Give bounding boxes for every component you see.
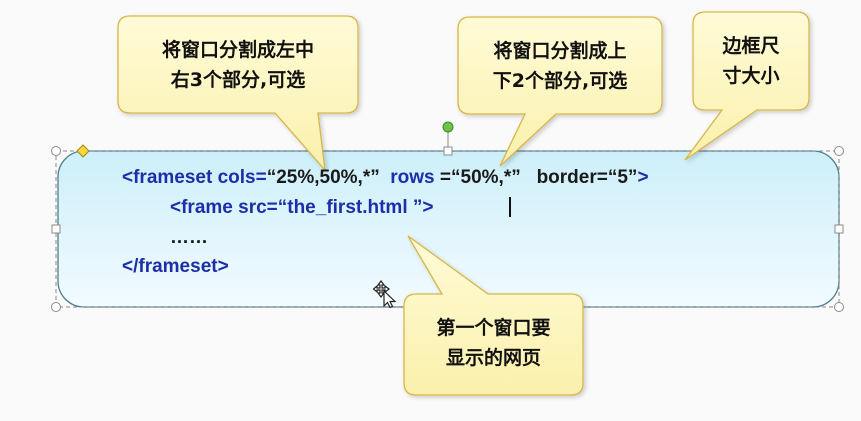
resize-handle-icon bbox=[51, 224, 61, 234]
frame-tag-close: > bbox=[422, 197, 434, 218]
ellipsis: …… bbox=[170, 227, 208, 248]
frameset-tag-close: > bbox=[637, 167, 649, 188]
callout-cols-line2: 右3个部分,可选 bbox=[170, 69, 306, 91]
resize-handle-icon bbox=[51, 146, 61, 156]
text-cursor bbox=[509, 197, 511, 217]
callout-border-line2: 寸大小 bbox=[722, 65, 780, 87]
code-line-ellipsis: …… bbox=[170, 228, 208, 247]
callout-border-text: 边框尺 寸大小 bbox=[693, 31, 809, 91]
rotation-handle-icon[interactable] bbox=[442, 121, 454, 133]
rows-equals: = bbox=[439, 167, 452, 188]
code-line-frameset-open: <frameset cols=“25%,50%,*” rows =“50%,*”… bbox=[122, 168, 649, 187]
frameset-close-tag: </frameset> bbox=[122, 256, 229, 277]
callout-rows-text: 将窗口分割成上 下2个部分,可选 bbox=[458, 36, 662, 96]
callout-border-line1: 边框尺 bbox=[722, 35, 780, 57]
move-cursor-icon bbox=[373, 280, 397, 308]
resize-handle-icon bbox=[834, 302, 844, 312]
resize-handle-icon bbox=[443, 146, 453, 156]
callout-frame-line1: 第一个窗口要 bbox=[436, 317, 551, 339]
code-line-frameset-close: </frameset> bbox=[122, 257, 229, 276]
callout-frame-text: 第一个窗口要 显示的网页 bbox=[404, 313, 583, 373]
border-attribute: border= bbox=[536, 167, 608, 188]
resize-handle-icon bbox=[51, 302, 61, 312]
cols-value: “25%,50%,*” bbox=[266, 167, 380, 188]
resize-handle-icon bbox=[834, 224, 844, 234]
callout-cols-line1: 将窗口分割成左中 bbox=[161, 39, 314, 61]
frameset-tag: <frameset cols= bbox=[122, 167, 267, 188]
callout-rows-line1: 将窗口分割成上 bbox=[493, 40, 627, 62]
border-value: “5” bbox=[607, 167, 638, 188]
callout-rows-line2: 下2个部分,可选 bbox=[492, 70, 628, 92]
rows-attribute: rows bbox=[390, 167, 435, 188]
code-line-frame: <frame src=“the_first.html ”> bbox=[170, 198, 433, 217]
resize-handle-icon bbox=[834, 146, 844, 156]
rows-value: “50%,*” bbox=[451, 167, 521, 188]
frame-src-value: “the_first.html ” bbox=[277, 197, 423, 218]
callout-cols-text: 将窗口分割成左中 右3个部分,可选 bbox=[118, 35, 358, 95]
callout-frame-line2: 显示的网页 bbox=[445, 347, 541, 369]
frame-tag: <frame src= bbox=[170, 197, 278, 218]
